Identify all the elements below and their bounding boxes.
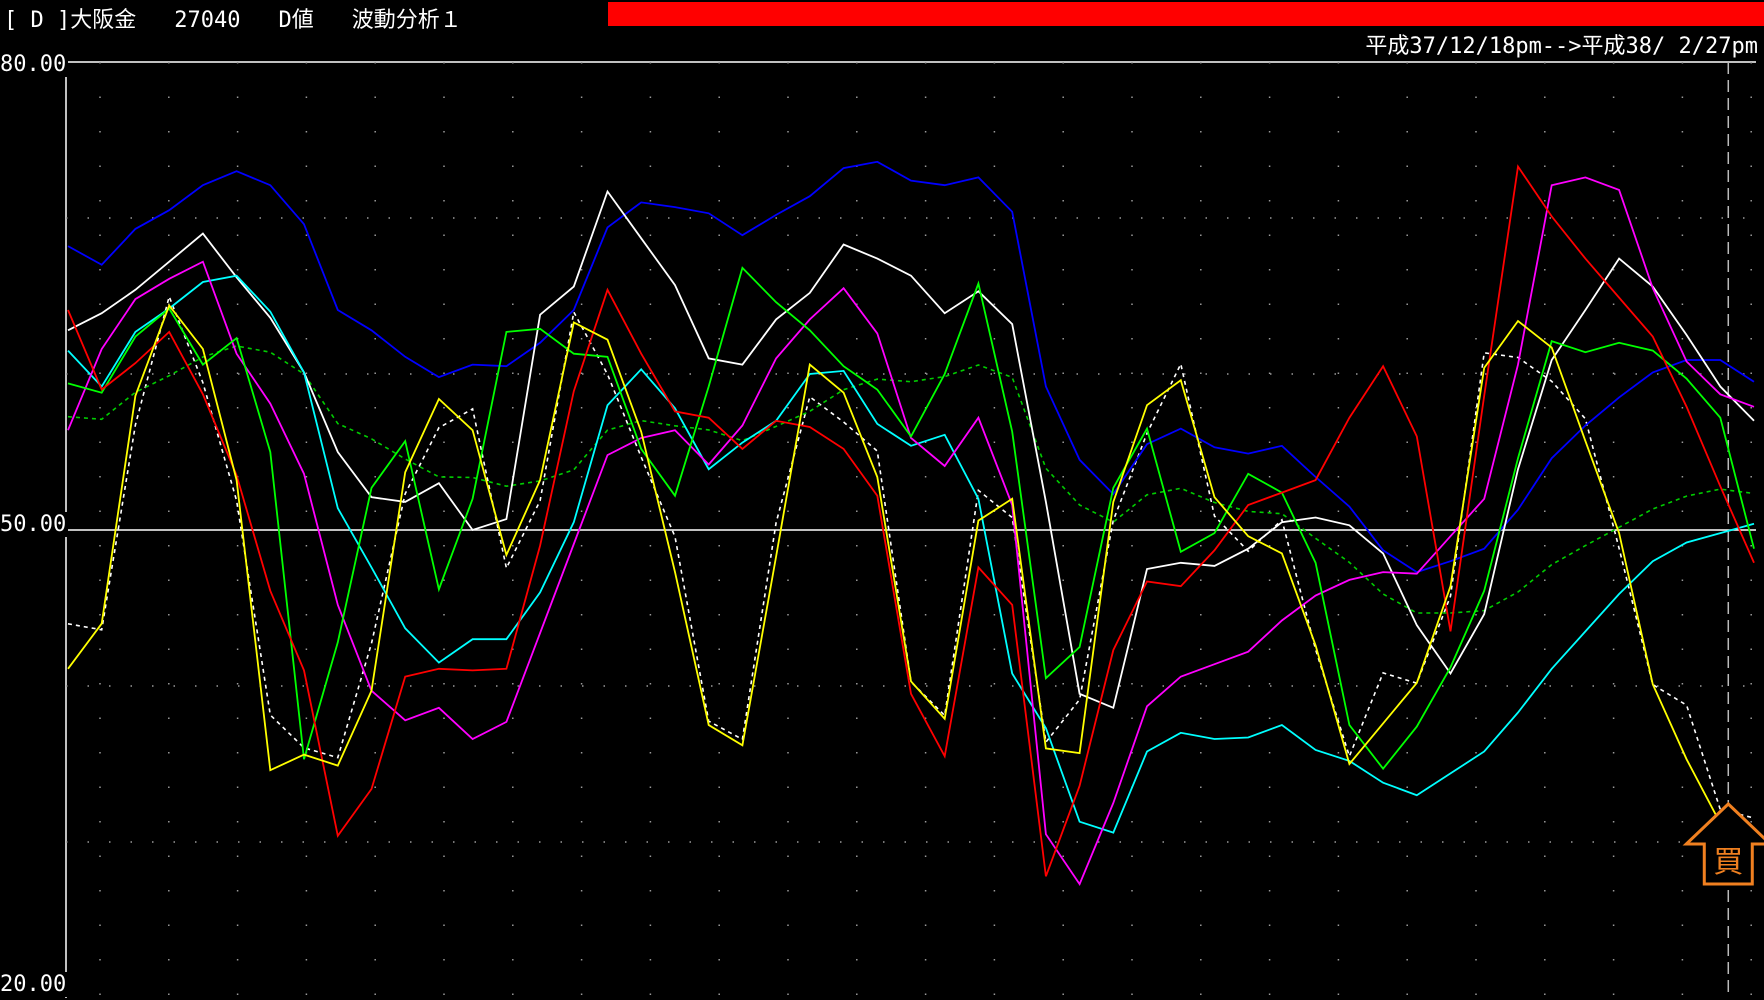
series-line-0: [67, 160, 1755, 574]
buy-marker-label: 買: [1713, 845, 1743, 880]
dashed-white-line: [67, 294, 1755, 819]
y-tick-label-mid: 50.00: [0, 512, 69, 537]
y-tick-label-bottom: 20.00: [0, 972, 69, 997]
dashed-green-line: [67, 345, 1755, 614]
y-tick-label-top: 80.00: [0, 52, 69, 77]
wave-analysis-chart: 買: [65, 61, 1764, 998]
